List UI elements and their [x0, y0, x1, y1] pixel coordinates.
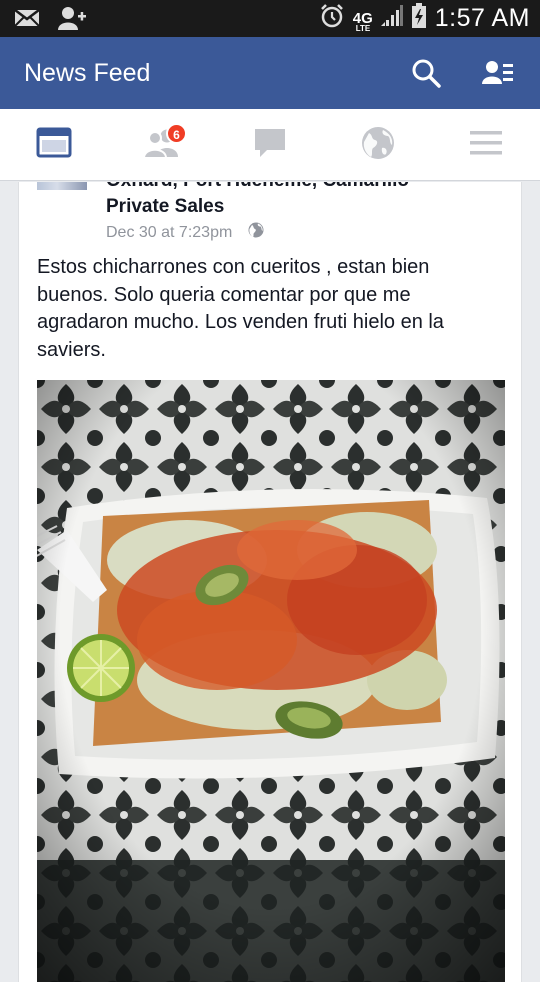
- search-button[interactable]: [408, 55, 444, 91]
- food-photo-illustration: [37, 380, 505, 982]
- avatar[interactable]: [37, 182, 87, 190]
- friends-list-button[interactable]: [480, 55, 516, 91]
- battery-icon: [411, 3, 427, 34]
- friend-requests-badge: 6: [166, 123, 187, 144]
- app-bar: News Feed: [0, 37, 540, 109]
- friends-list-icon: [480, 61, 516, 95]
- group-name-partial[interactable]: Oxnard, Port Hueneme, Camarillo: [106, 182, 409, 192]
- signal-icon: [380, 4, 403, 33]
- tab-notifications[interactable]: [348, 123, 408, 167]
- network-sub-label: LTE: [355, 24, 371, 33]
- tab-more[interactable]: [456, 123, 516, 167]
- tab-messages[interactable]: [240, 123, 300, 167]
- clock: 1:57 AM: [434, 4, 530, 32]
- globe-icon: [361, 126, 395, 165]
- privacy-globe-icon: [248, 222, 264, 243]
- menu-icon: [469, 129, 503, 162]
- post-meta: Dec 30 at 7:23pm: [106, 222, 264, 243]
- status-bar: 4G LTE 1:57 AM: [0, 0, 540, 37]
- news-feed-icon: [36, 127, 72, 164]
- post-card: Oxnard, Port Hueneme, Camarillo Private …: [18, 182, 522, 982]
- page-title: News Feed: [24, 59, 151, 87]
- search-icon: [408, 59, 444, 95]
- mail-icon: [14, 8, 40, 33]
- messages-icon: [253, 127, 287, 164]
- post-timestamp[interactable]: Dec 30 at 7:23pm: [106, 224, 232, 242]
- group-name[interactable]: Private Sales: [106, 196, 224, 218]
- network-indicator: 4G LTE: [353, 11, 373, 33]
- tab-bar: 6: [0, 109, 540, 181]
- tab-news-feed[interactable]: [24, 123, 84, 167]
- alarm-icon: [319, 3, 345, 34]
- add-friend-icon: [58, 6, 86, 35]
- post-photo[interactable]: [37, 380, 505, 982]
- post-text: Estos chicharrones con cueritos , estan …: [37, 256, 444, 361]
